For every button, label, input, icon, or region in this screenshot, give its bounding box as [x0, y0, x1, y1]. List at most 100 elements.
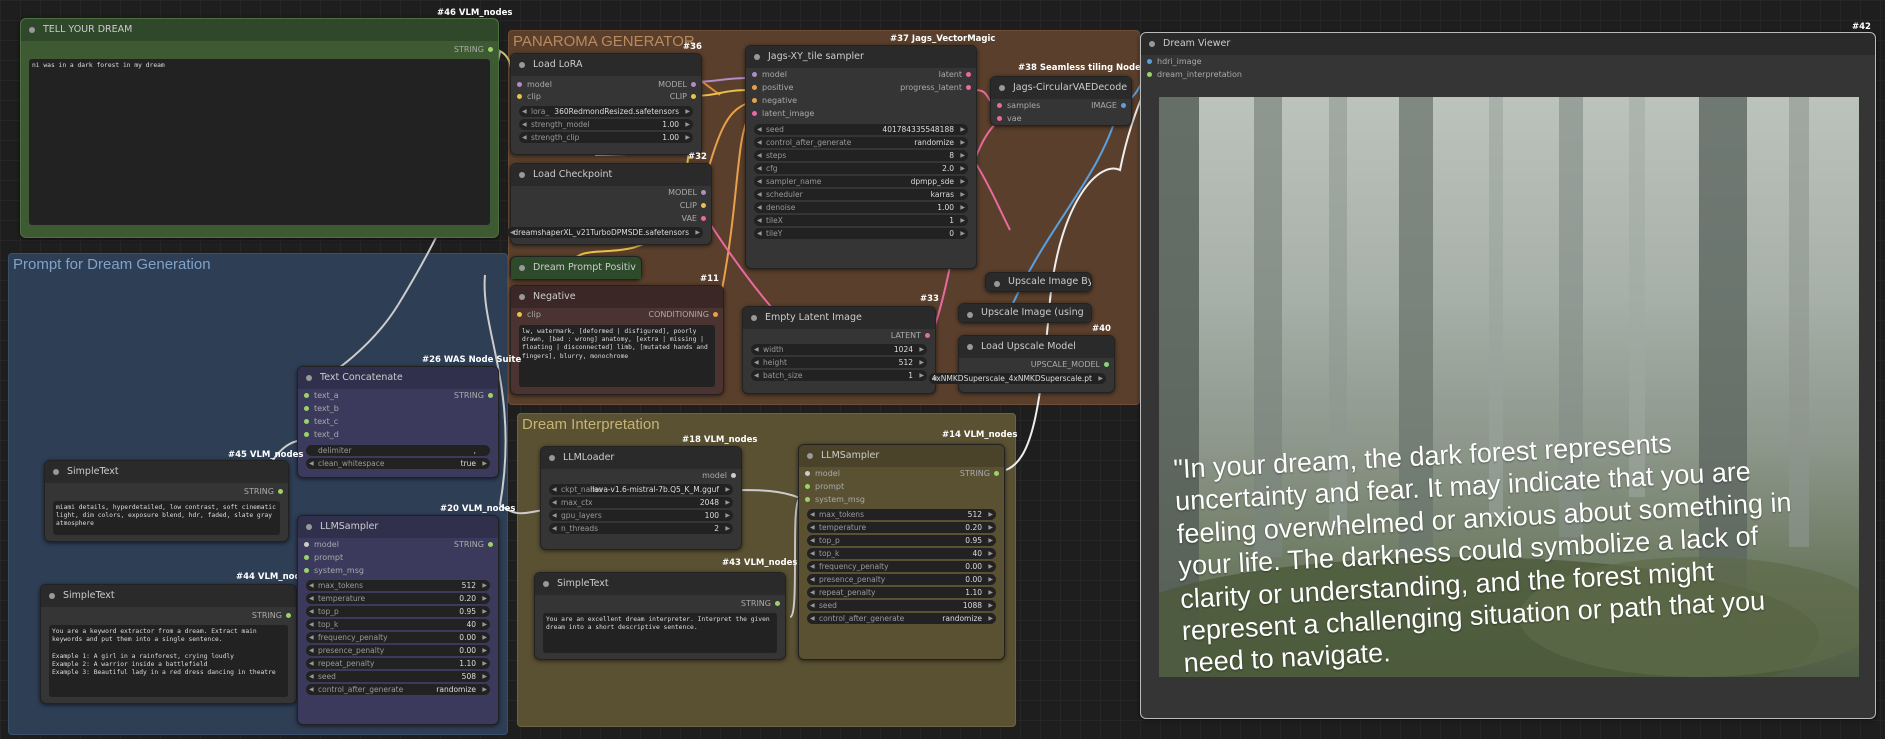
width-widget[interactable]: width 1024	[751, 344, 927, 355]
frequency-penalty-widget[interactable]: frequency_penalty 0.00	[306, 632, 490, 643]
temperature-widget[interactable]: temperature 0.20	[807, 522, 996, 533]
top-k-widget[interactable]: top_k 40	[306, 619, 490, 630]
output-model[interactable]: MODEL	[511, 186, 711, 199]
input-text-b[interactable]: text_b	[298, 402, 339, 415]
input-model[interactable]: model	[799, 467, 840, 480]
tiley-widget[interactable]: tileY 0	[754, 228, 968, 239]
node-negative[interactable]: Negative clip CONDITIONING lw, watermark…	[510, 285, 724, 395]
output-vae[interactable]: VAE	[511, 212, 711, 225]
node-empty-latent-image[interactable]: Empty Latent Image LATENT width 1024 heig…	[742, 306, 936, 394]
node-simpletext-3[interactable]: SimpleText STRING You are an excellent d…	[534, 572, 786, 660]
output-string[interactable]: STRING	[535, 597, 785, 610]
height-widget[interactable]: height 512	[751, 357, 927, 368]
input-clip[interactable]: clip	[511, 308, 541, 321]
input-negative[interactable]: negative	[746, 94, 797, 107]
tilex-widget[interactable]: tileX 1	[754, 215, 968, 226]
node-simpletext-2[interactable]: SimpleText STRING You are a keyword extr…	[40, 584, 297, 704]
delimiter-widget[interactable]: delimiter,	[306, 445, 490, 456]
top-k-widget[interactable]: top_k 40	[807, 548, 996, 559]
node-dream-viewer[interactable]: Dream Viewer hdri_image dream_interpreta…	[1140, 32, 1876, 719]
input-prompt[interactable]: prompt	[799, 480, 844, 493]
node-llmsampler-2[interactable]: LLMSampler model prompt system_msg STRIN…	[798, 444, 1005, 660]
input-model[interactable]: model	[746, 68, 787, 81]
cfg-widget[interactable]: cfg 2.0	[754, 163, 968, 174]
strength-model-widget[interactable]: strength_model 1.00	[519, 119, 693, 130]
output-latent[interactable]: LATENT	[743, 329, 935, 342]
output-upscale-model[interactable]: UPSCALE_MODEL	[959, 358, 1114, 371]
output-string[interactable]: STRING	[21, 43, 498, 56]
input-vae[interactable]: vae	[991, 112, 1022, 125]
control-after-generate-widget[interactable]: control_after_generate randomize	[807, 613, 996, 624]
scheduler-widget[interactable]: scheduler karras	[754, 189, 968, 200]
temperature-widget[interactable]: temperature 0.20	[306, 593, 490, 604]
control-after-generate-widget[interactable]: control_after_generate randomize	[306, 684, 490, 695]
seed-widget[interactable]: seed 1088	[807, 600, 996, 611]
top-p-widget[interactable]: top_p 0.95	[807, 535, 996, 546]
negative-text-input[interactable]: lw, watermark, [deformed | disfigured], …	[519, 325, 715, 387]
node-load-upscale-model[interactable]: Load Upscale Model UPSCALE_MODEL 4xNMKDS…	[929, 335, 1115, 393]
input-text-c[interactable]: text_c	[298, 415, 338, 428]
model-name-widget[interactable]: 4xNMKDSuperscale_4xNMKDSuperscale.pt	[929, 373, 1106, 384]
node-llmloader[interactable]: LLMLoader model ckpt_namellava-v1.6-mist…	[540, 446, 742, 550]
output-clip[interactable]: CLIP	[511, 199, 711, 212]
output-model[interactable]: model	[541, 469, 741, 482]
max-tokens-widget[interactable]: max_tokens 512	[807, 509, 996, 520]
output-progress-latent[interactable]: progress_latent	[900, 81, 976, 94]
output-latent[interactable]: latent	[939, 68, 976, 81]
input-clip[interactable]: clip	[511, 90, 541, 103]
node-upscale-image-by[interactable]: Upscale Image By	[985, 272, 1092, 292]
simpletext-input[interactable]: You are an excellent dream interpreter. …	[543, 613, 777, 653]
output-string[interactable]: STRING	[454, 538, 498, 551]
max-tokens-widget[interactable]: max_tokens 512	[306, 580, 490, 591]
input-samples[interactable]: samples	[991, 99, 1040, 112]
strength-clip-widget[interactable]: strength_clip 1.00	[519, 132, 693, 143]
node-xy-tile-sampler[interactable]: Jags-XY_tile sampler model positive nega…	[745, 45, 977, 269]
simpletext-input[interactable]: You are a keyword extractor from a dream…	[49, 625, 288, 697]
node-load-lora[interactable]: Load LoRA model clip MODEL CLIP lora_ 36…	[510, 53, 702, 155]
output-string[interactable]: STRING	[454, 389, 498, 402]
output-clip[interactable]: CLIP	[670, 90, 701, 103]
output-string[interactable]: STRING	[41, 609, 296, 622]
node-circular-vae-decode[interactable]: Jags-CircularVAEDecode samples vae IMAGE	[990, 76, 1132, 126]
output-string[interactable]: STRING	[960, 467, 1004, 480]
denoise-widget[interactable]: denoise 1.00	[754, 202, 968, 213]
node-dream-prompt-positive[interactable]: Dream Prompt Positiv	[510, 256, 642, 280]
node-upscale-image-using[interactable]: Upscale Image (using	[958, 303, 1092, 323]
output-conditioning[interactable]: CONDITIONING	[649, 308, 723, 321]
clean-whitespace-widget[interactable]: clean_whitespace true	[306, 458, 490, 469]
input-system-msg[interactable]: system_msg	[298, 564, 364, 577]
steps-widget[interactable]: steps 8	[754, 150, 968, 161]
input-dream-interpretation[interactable]: dream_interpretation	[1141, 68, 1875, 81]
ckpt-name-widget[interactable]: ckpt_namellava-v1.6-mistral-7b.Q5_K_M.gg…	[549, 484, 733, 495]
input-latent-image[interactable]: latent_image	[746, 107, 814, 120]
frequency-penalty-widget[interactable]: frequency_penalty 0.00	[807, 561, 996, 572]
input-positive[interactable]: positive	[746, 81, 793, 94]
node-simpletext-1[interactable]: SimpleText STRING miami details, hyperde…	[44, 460, 289, 542]
input-prompt[interactable]: prompt	[298, 551, 343, 564]
top-p-widget[interactable]: top_p 0.95	[306, 606, 490, 617]
output-image[interactable]: IMAGE	[1091, 99, 1131, 112]
control-after-generate-widget[interactable]: control_after_generate randomize	[754, 137, 968, 148]
node-llmsampler-1[interactable]: LLMSampler model prompt system_msg STRIN…	[297, 515, 499, 725]
max-ctx-widget[interactable]: max_ctx 2048	[549, 497, 733, 508]
dream-text-input[interactable]: ni was in a dark forest in my dream	[29, 59, 490, 225]
lora-name-widget[interactable]: lora_ 360RedmondResized.safetensors	[519, 106, 693, 117]
ckpt-name-widget[interactable]: dreamshaperXL_v21TurboDPMSDE.safetensors	[507, 227, 703, 238]
node-text-concatenate[interactable]: Text Concatenate text_a text_b text_c te…	[297, 366, 499, 478]
output-string[interactable]: STRING	[45, 485, 288, 498]
input-text-d[interactable]: text_d	[298, 428, 339, 441]
input-hdri-image[interactable]: hdri_image	[1141, 55, 1875, 68]
presence-penalty-widget[interactable]: presence_penalty 0.00	[306, 645, 490, 656]
input-text-a[interactable]: text_a	[298, 389, 339, 402]
node-load-checkpoint[interactable]: Load Checkpoint MODEL CLIP VAE dreamshap…	[507, 163, 712, 245]
seed-widget[interactable]: seed 401784335548188	[754, 124, 968, 135]
sampler-name-widget[interactable]: sampler_name dpmpp_sde	[754, 176, 968, 187]
presence-penalty-widget[interactable]: presence_penalty 0.00	[807, 574, 996, 585]
input-model[interactable]: model	[298, 538, 339, 551]
n-threads-widget[interactable]: n_threads 2	[549, 523, 733, 534]
repeat-penalty-widget[interactable]: repeat_penalty 1.10	[306, 658, 490, 669]
input-system-msg[interactable]: system_msg	[799, 493, 865, 506]
seed-widget[interactable]: seed 508	[306, 671, 490, 682]
node-tell-your-dream[interactable]: TELL YOUR DREAM STRING ni was in a dark …	[20, 18, 499, 238]
gpu-layers-widget[interactable]: gpu_layers 100	[549, 510, 733, 521]
